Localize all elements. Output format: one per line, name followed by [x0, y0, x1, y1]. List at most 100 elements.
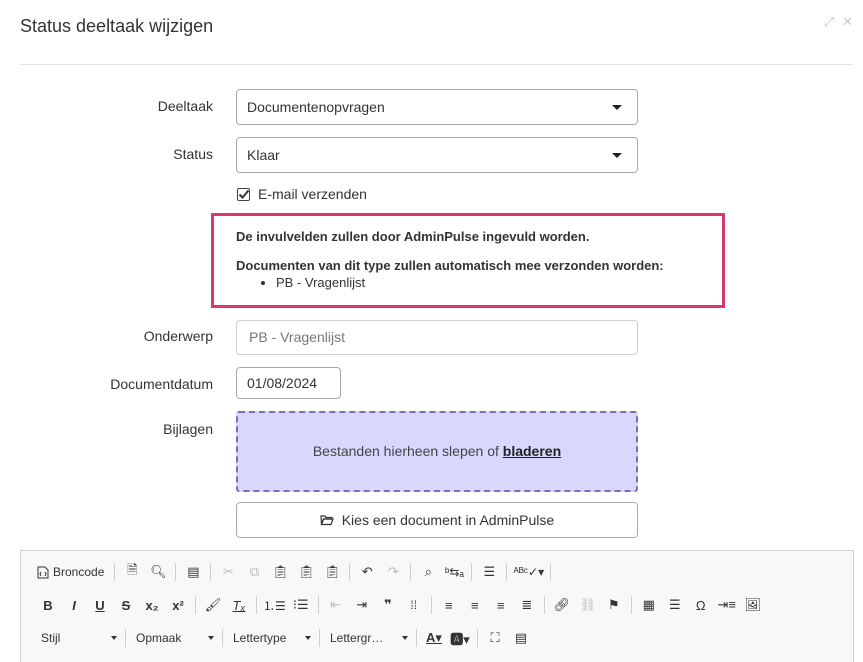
window-controls: ⤢ ✕: [824, 14, 853, 30]
superscript-icon[interactable]: x²: [165, 594, 191, 616]
info-box: De invulvelden zullen door AdminPulse in…: [211, 213, 725, 308]
bold-icon[interactable]: B: [35, 594, 61, 616]
checked-checkbox-icon[interactable]: [237, 187, 250, 201]
source-button[interactable]: Broncode: [35, 561, 110, 583]
table-icon[interactable]: ▦: [636, 594, 662, 616]
style-combo-label: Stijl: [41, 631, 61, 645]
choose-document-button[interactable]: Kies een document in AdminPulse: [236, 502, 638, 538]
attached-doc-list: PB - Vragenlijst: [236, 275, 722, 290]
toolbar-separator: [630, 596, 632, 614]
documentdatum-input[interactable]: 01/08/2024: [236, 367, 341, 399]
toolbar-separator: [256, 596, 257, 614]
browse-link[interactable]: bladeren: [503, 443, 561, 459]
source-button-label: Broncode: [53, 565, 105, 579]
page-break-icon[interactable]: ⇥≡: [714, 594, 740, 616]
maximize-icon[interactable]: ⤢: [824, 14, 834, 30]
indent-icon[interactable]: ⇥: [349, 594, 375, 616]
toolbar-separator: [477, 629, 478, 647]
toolbar-separator: [430, 596, 432, 614]
toolbar-separator: [349, 563, 351, 581]
redo-icon[interactable]: ↷: [380, 561, 406, 583]
caret-down-icon: [305, 636, 311, 640]
source-icon: [37, 566, 49, 578]
numbered-list-icon[interactable]: ⒈☰: [261, 594, 288, 616]
paste-text-icon[interactable]: 📋︎: [293, 561, 319, 583]
dialog-title: Status deeltaak wijzigen: [20, 16, 214, 36]
bulleted-list-icon[interactable]: ⁝☰: [288, 594, 314, 616]
toolbar-row-3: Stijl Opmaak Lettertype Lettergr… A▾ 🅰︎▾…: [35, 626, 534, 650]
align-center-icon[interactable]: ≡: [462, 594, 488, 616]
deeltaak-select[interactable]: Documentenopvragen: [236, 89, 638, 125]
toolbar-row-1: Broncode 🗎 🔍︎ ▤ ✂ ⧉ 📋︎ 📋︎ 📋︎ ↶ ↷ ⌕ ᵇ⇆ₐ ☰…: [35, 560, 555, 584]
paste-icon[interactable]: 📋︎: [267, 561, 293, 583]
toolbar-separator: [195, 596, 196, 614]
find-icon[interactable]: ⌕: [415, 561, 441, 583]
align-left-icon[interactable]: ≡: [436, 594, 462, 616]
deeltaak-label: Deeltaak: [157, 98, 213, 114]
align-right-icon[interactable]: ≡: [488, 594, 514, 616]
toolbar-separator: [210, 563, 212, 581]
toolbar-row-2: B I U S x₂ x² 🖌︎ Tₓ ⒈☰ ⁝☰ ⇤ ⇥ ❞ ⁞⁞ ≡ ≡ ≡…: [35, 593, 766, 617]
background-color-icon[interactable]: 🅰︎▾: [447, 627, 473, 649]
unlink-icon[interactable]: ⛓: [575, 594, 601, 616]
style-combo[interactable]: Stijl: [35, 627, 121, 649]
font-size-combo[interactable]: Lettergr…: [324, 627, 412, 649]
blockquote-icon[interactable]: ❞: [375, 594, 401, 616]
font-size-combo-label: Lettergr…: [330, 631, 384, 645]
subscript-icon[interactable]: x₂: [139, 594, 165, 616]
div-container-icon[interactable]: ⁞⁞: [401, 594, 427, 616]
replace-icon[interactable]: ᵇ⇆ₐ: [441, 561, 467, 583]
format-combo[interactable]: Opmaak: [130, 627, 218, 649]
caret-down-icon: [111, 636, 117, 640]
preview-icon[interactable]: 🔍︎: [145, 561, 171, 583]
title-divider: [20, 64, 853, 65]
toolbar-separator: [471, 563, 473, 581]
format-combo-label: Opmaak: [136, 631, 182, 645]
email-checkbox-row[interactable]: E-mail verzenden: [237, 186, 367, 202]
copy-format-icon[interactable]: 🖌︎: [200, 594, 226, 616]
file-dropzone[interactable]: Bestanden hierheen slepen of bladeren: [236, 411, 638, 492]
toolbar-separator: [319, 629, 320, 647]
maximize-editor-icon[interactable]: ⛶: [482, 627, 508, 649]
text-color-icon[interactable]: A▾: [421, 627, 447, 649]
status-select[interactable]: Klaar: [236, 137, 638, 173]
undo-icon[interactable]: ↶: [354, 561, 380, 583]
info-line-2: Documenten van dit type zullen automatis…: [236, 258, 664, 273]
deeltaak-value: Documentenopvragen: [247, 99, 385, 115]
paste-word-icon[interactable]: 📋︎: [319, 561, 345, 583]
italic-icon[interactable]: I: [61, 594, 87, 616]
select-all-icon[interactable]: ☰: [476, 561, 502, 583]
strikethrough-icon[interactable]: S: [113, 594, 139, 616]
templates-icon[interactable]: ▤: [180, 561, 206, 583]
bijlagen-label: Bijlagen: [163, 421, 213, 437]
horizontal-line-icon[interactable]: ☰: [662, 594, 688, 616]
cut-icon[interactable]: ✂: [215, 561, 241, 583]
onderwerp-label: Onderwerp: [143, 328, 213, 344]
close-icon[interactable]: ✕: [842, 14, 853, 30]
onderwerp-input[interactable]: PB - Vragenlijst: [236, 320, 638, 355]
caret-down-icon: [612, 153, 622, 158]
remove-format-icon[interactable]: Tₓ: [226, 594, 252, 616]
rich-text-editor: Broncode 🗎 🔍︎ ▤ ✂ ⧉ 📋︎ 📋︎ 📋︎ ↶ ↷ ⌕ ᵇ⇆ₐ ☰…: [20, 550, 854, 662]
font-combo[interactable]: Lettertype: [227, 627, 315, 649]
link-icon[interactable]: 🔗︎: [549, 594, 575, 616]
toolbar-separator: [410, 563, 412, 581]
toolbar-separator: [125, 629, 126, 647]
special-char-icon[interactable]: Ω: [688, 594, 714, 616]
toolbar-separator: [175, 563, 177, 581]
image-icon[interactable]: 🖼︎: [740, 594, 766, 616]
status-value: Klaar: [247, 147, 280, 163]
outdent-icon[interactable]: ⇤: [323, 594, 349, 616]
caret-down-icon: [402, 636, 408, 640]
spellcheck-icon[interactable]: ᴬᴮᶜ✓▾: [511, 561, 546, 583]
align-justify-icon[interactable]: ≣: [514, 594, 540, 616]
toolbar-separator: [416, 629, 417, 647]
caret-down-icon: [612, 105, 622, 110]
show-blocks-icon[interactable]: ▤: [508, 627, 534, 649]
toolbar-separator: [550, 563, 552, 581]
dropzone-text: Bestanden hierheen slepen of: [312, 443, 503, 459]
copy-icon[interactable]: ⧉: [241, 561, 267, 583]
underline-icon[interactable]: U: [87, 594, 113, 616]
anchor-flag-icon[interactable]: ⚑: [601, 594, 627, 616]
save-doc-icon[interactable]: 🗎: [119, 561, 145, 583]
